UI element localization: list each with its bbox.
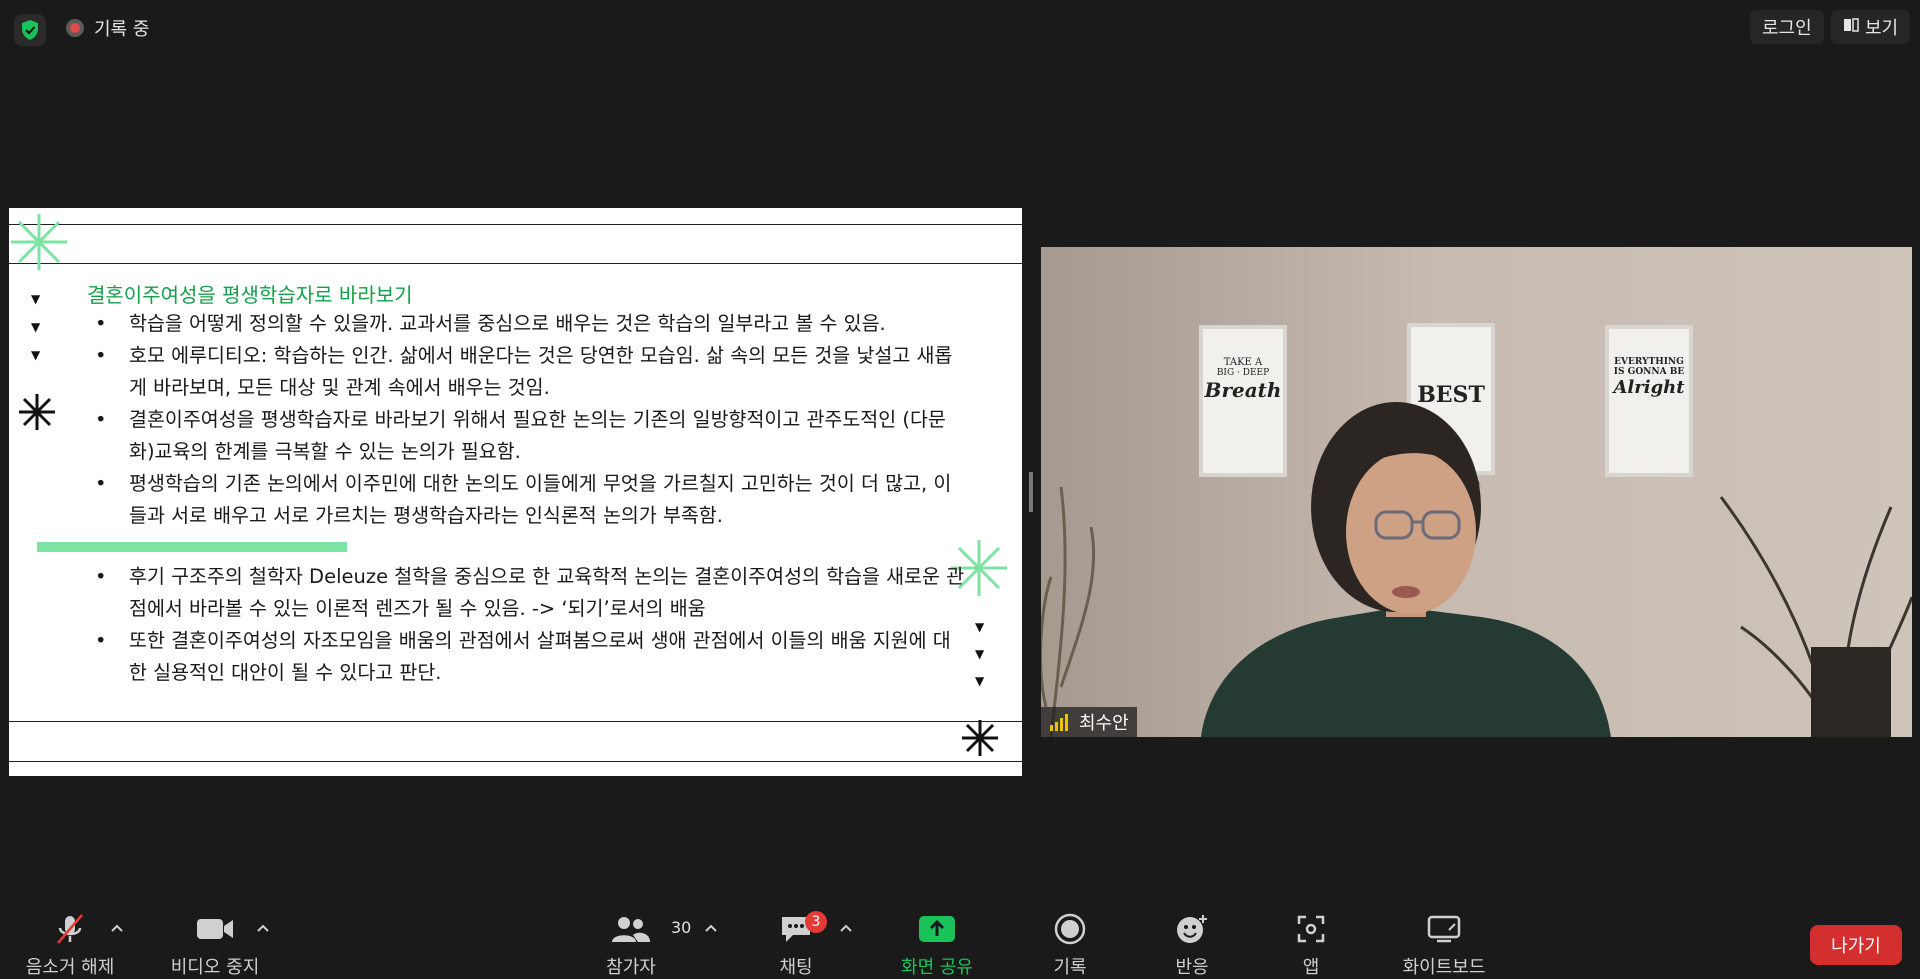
login-button[interactable]: 로그인 [1750, 10, 1824, 44]
view-layout-icon [1843, 17, 1859, 38]
bullet-item: 평생학습의 기존 논의에서 이주민에 대한 논의도 이들에게 무엇을 가르칠지 … [87, 468, 957, 532]
reactions-button[interactable]: 반응 [1170, 904, 1214, 979]
bullet-item: 학습을 어떻게 정의할 수 있을까. 교과서를 중심으로 배우는 것은 학습의 … [87, 308, 957, 340]
video-camera-icon [196, 904, 234, 953]
triangle-marker-icon: ▼ [975, 620, 985, 634]
slide-rule-footer [9, 721, 1022, 722]
chat-unread-badge: 3 [805, 911, 827, 933]
bullet-item: 후기 구조주의 철학자 Deleuze 철학을 중심으로 한 교육학적 논의는 … [87, 561, 967, 625]
shared-screen-slide: ▼ ▼ ▼ ▼ ▼ ▼ 결혼이주여성을 평생학습자로 바라보기 학습을 어떻게 … [9, 208, 1022, 776]
stop-video-button[interactable]: 비디오 중지 [160, 904, 270, 979]
record-label: 기록 [1053, 957, 1087, 978]
poster-line: EVERYTHING [1614, 357, 1684, 367]
reactions-label: 반응 [1175, 957, 1209, 978]
slide-bullet-list-bottom: 후기 구조주의 철학자 Deleuze 철학을 중심으로 한 교육학적 논의는 … [87, 561, 967, 689]
black-asterisk-icon [19, 394, 55, 430]
record-icon [1054, 904, 1086, 953]
poster-line: TAKE A [1223, 357, 1263, 368]
green-asterisk-icon [11, 214, 67, 270]
video-options-caret-icon[interactable] [253, 918, 273, 938]
muted-microphone-icon [53, 904, 87, 953]
poster-line: IS GONNA BE [1613, 367, 1685, 377]
poster-everything-alright: EVERYTHING IS GONNA BE Alright [1607, 357, 1691, 398]
view-label: 보기 [1865, 18, 1899, 39]
share-screen-button[interactable]: 화면 공유 [896, 904, 978, 979]
apps-icon [1296, 904, 1326, 953]
reaction-smiley-icon [1175, 904, 1209, 953]
apps-button[interactable]: 앱 [1296, 904, 1326, 979]
audio-options-caret-icon[interactable] [107, 918, 127, 938]
participants-count: 30 [671, 918, 692, 937]
share-screen-icon [918, 904, 956, 953]
unmute-label: 음소거 해제 [25, 957, 115, 978]
poster-take-a-breath: TAKE A BIG · DEEP Breath [1201, 357, 1285, 402]
triangle-marker-icon: ▼ [975, 674, 985, 688]
record-dot-icon [66, 19, 84, 37]
whiteboard-icon [1427, 904, 1461, 953]
triangle-marker-icon: ▼ [31, 348, 41, 362]
leave-meeting-button[interactable]: 나가기 [1810, 925, 1902, 965]
participant-video-tile[interactable]: TAKE A BIG · DEEP Breath BEST EVERYTHING… [1041, 247, 1912, 737]
slide-rule-header [9, 263, 1022, 264]
whiteboard-button[interactable]: 화이트보드 [1398, 904, 1490, 979]
bullet-item: 또한 결혼이주여성의 자조모임을 배움의 관점에서 살펴봄으로써 생애 관점에서… [87, 625, 967, 689]
participants-button[interactable]: 30 참가자 [596, 904, 691, 979]
record-button[interactable]: 기록 [1048, 904, 1092, 979]
slide-rule-top [9, 224, 1022, 225]
security-shield-icon[interactable] [14, 14, 46, 46]
recording-label: 기록 중 [94, 19, 150, 40]
poster-line: BIG · DEEP [1216, 368, 1270, 378]
triangle-marker-icon: ▼ [975, 647, 985, 661]
participant-name-tag: 최수안 [1041, 707, 1137, 737]
triangle-marker-icon: ▼ [31, 320, 41, 334]
apps-label: 앱 [1302, 957, 1320, 978]
slide-title: 결혼이주여성을 평생학습자로 바라보기 [87, 283, 413, 307]
meeting-toolbar: 음소거 해제 비디오 중지 30 참가자 3 채팅 화면 공유 기록 반응 앱 … [0, 904, 1920, 979]
recording-indicator[interactable]: 기록 중 [66, 16, 149, 40]
view-button[interactable]: 보기 [1831, 10, 1911, 44]
login-label: 로그인 [1762, 18, 1812, 39]
signal-strength-icon [1050, 714, 1068, 731]
poster-best: BEST [1417, 382, 1485, 408]
chat-bubble-icon: 3 [779, 904, 827, 953]
share-screen-label: 화면 공유 [901, 957, 973, 978]
chat-options-caret-icon[interactable] [836, 918, 856, 938]
poster-line: Alright [1613, 377, 1685, 398]
chat-button[interactable]: 3 채팅 [770, 904, 827, 979]
whiteboard-label: 화이트보드 [1402, 957, 1486, 978]
black-asterisk-icon [962, 720, 998, 756]
slide-bullet-list-top: 학습을 어떻게 정의할 수 있을까. 교과서를 중심으로 배우는 것은 학습의 … [87, 308, 957, 532]
triangle-marker-icon: ▼ [31, 292, 41, 306]
participants-label: 참가자 [606, 957, 656, 978]
top-bar: 기록 중 로그인 보기 [0, 0, 1920, 56]
slide-rule-bottom [9, 761, 1022, 762]
bullet-item: 호모 에루디티오: 학습하는 인간. 삶에서 배운다는 것은 당연한 모습임. … [87, 340, 957, 404]
participants-options-caret-icon[interactable] [701, 918, 721, 938]
unmute-button[interactable]: 음소거 해제 [18, 904, 122, 979]
panel-resize-handle[interactable] [1029, 472, 1033, 512]
green-divider-bar [37, 542, 347, 552]
poster-line: Breath [1204, 378, 1282, 402]
bullet-item: 결혼이주여성을 평생학습자로 바라보기 위해서 필요한 논의는 기존의 일방향적… [87, 404, 957, 468]
stop-video-label: 비디오 중지 [170, 957, 260, 978]
participant-name: 최수안 [1079, 713, 1129, 734]
video-feed-image [1041, 247, 1912, 737]
chat-label: 채팅 [779, 957, 813, 978]
participants-icon: 30 [611, 904, 691, 953]
